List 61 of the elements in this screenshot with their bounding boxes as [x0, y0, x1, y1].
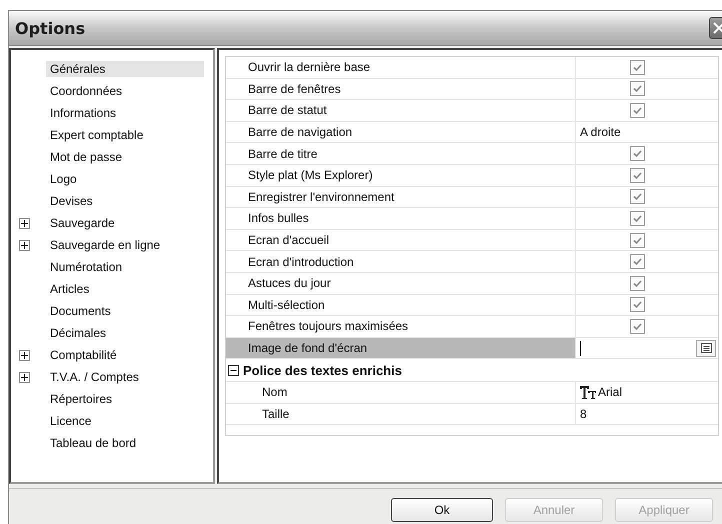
- expand-icon[interactable]: [19, 372, 30, 382]
- tree-item[interactable]: Décimales: [46, 325, 110, 341]
- checkbox[interactable]: [630, 146, 645, 162]
- tree-item[interactable]: Devises: [46, 193, 97, 209]
- property-name[interactable]: Image de fond d'écran: [226, 338, 576, 358]
- expand-icon[interactable]: [19, 350, 30, 360]
- tree-item[interactable]: Tableau de bord: [46, 435, 140, 451]
- property-value: 8: [580, 406, 587, 421]
- property-name[interactable]: Barre de titre: [226, 143, 576, 164]
- checkbox[interactable]: [630, 168, 645, 183]
- checkbox[interactable]: [630, 102, 645, 118]
- category-heading: Police des textes enrichis: [243, 362, 402, 378]
- tree-item[interactable]: Sauvegarde en ligne: [46, 237, 164, 253]
- tree-item[interactable]: Mot de passe: [46, 149, 126, 165]
- checkbox[interactable]: [630, 318, 645, 334]
- tree-item[interactable]: Numérotation: [46, 259, 126, 275]
- expand-icon[interactable]: [19, 240, 30, 250]
- window-title: Options: [15, 18, 86, 38]
- property-name[interactable]: Enregistrer l'environnement: [226, 186, 576, 208]
- dialog-button[interactable]: Ok: [391, 498, 493, 522]
- tree-item[interactable]: Licence: [46, 413, 96, 429]
- checkbox[interactable]: [630, 297, 645, 312]
- tree-item[interactable]: Expert comptable: [46, 127, 148, 143]
- property-name[interactable]: Barre de statut: [226, 100, 576, 121]
- file-path-field[interactable]: [580, 338, 718, 358]
- tree-item[interactable]: Générales: [46, 61, 204, 77]
- property-name[interactable]: Barre de fenêtres: [226, 78, 576, 100]
- tree-item[interactable]: Sauvegarde: [46, 215, 119, 231]
- tree-item[interactable]: Logo: [46, 171, 81, 187]
- checkbox[interactable]: [630, 60, 645, 75]
- font-icon: [580, 386, 596, 399]
- list-icon: [700, 343, 712, 354]
- property-name[interactable]: Nom: [226, 382, 576, 402]
- collapse-icon[interactable]: [228, 364, 239, 376]
- tree-item[interactable]: Articles: [46, 281, 94, 297]
- checkbox[interactable]: [630, 189, 645, 204]
- property-name[interactable]: Barre de navigation: [226, 122, 576, 142]
- property-name[interactable]: Ecran d'introduction: [226, 251, 576, 272]
- tree-item[interactable]: Informations: [46, 105, 120, 121]
- property-value: Arial: [598, 385, 622, 400]
- expand-icon[interactable]: [19, 218, 30, 228]
- property-value: A droite: [580, 125, 621, 140]
- checkbox[interactable]: [630, 276, 645, 291]
- tree-item[interactable]: Documents: [46, 303, 115, 319]
- browse-button[interactable]: [696, 340, 716, 357]
- tree-item[interactable]: T.V.A. / Comptes: [46, 369, 143, 385]
- checkbox[interactable]: [630, 254, 645, 270]
- property-name[interactable]: Ecran d'accueil: [226, 230, 576, 250]
- property-name[interactable]: Style plat (Ms Explorer): [226, 164, 576, 186]
- property-name[interactable]: Ouvrir la dernière base: [226, 57, 576, 78]
- tree-item[interactable]: Comptabilité: [46, 347, 121, 363]
- tree-item[interactable]: Coordonnées: [46, 83, 126, 99]
- checkbox[interactable]: [630, 232, 645, 248]
- property-name[interactable]: Infos bulles: [226, 208, 576, 229]
- checkbox[interactable]: [630, 81, 645, 96]
- checkbox[interactable]: [630, 210, 645, 226]
- property-name[interactable]: Taille: [226, 404, 576, 424]
- tree-item[interactable]: Répertoires: [46, 391, 116, 407]
- property-name[interactable]: Multi-sélection: [226, 294, 576, 316]
- property-name[interactable]: Astuces du jour: [226, 272, 576, 294]
- property-name[interactable]: Fenêtres toujours maximisées: [226, 316, 576, 337]
